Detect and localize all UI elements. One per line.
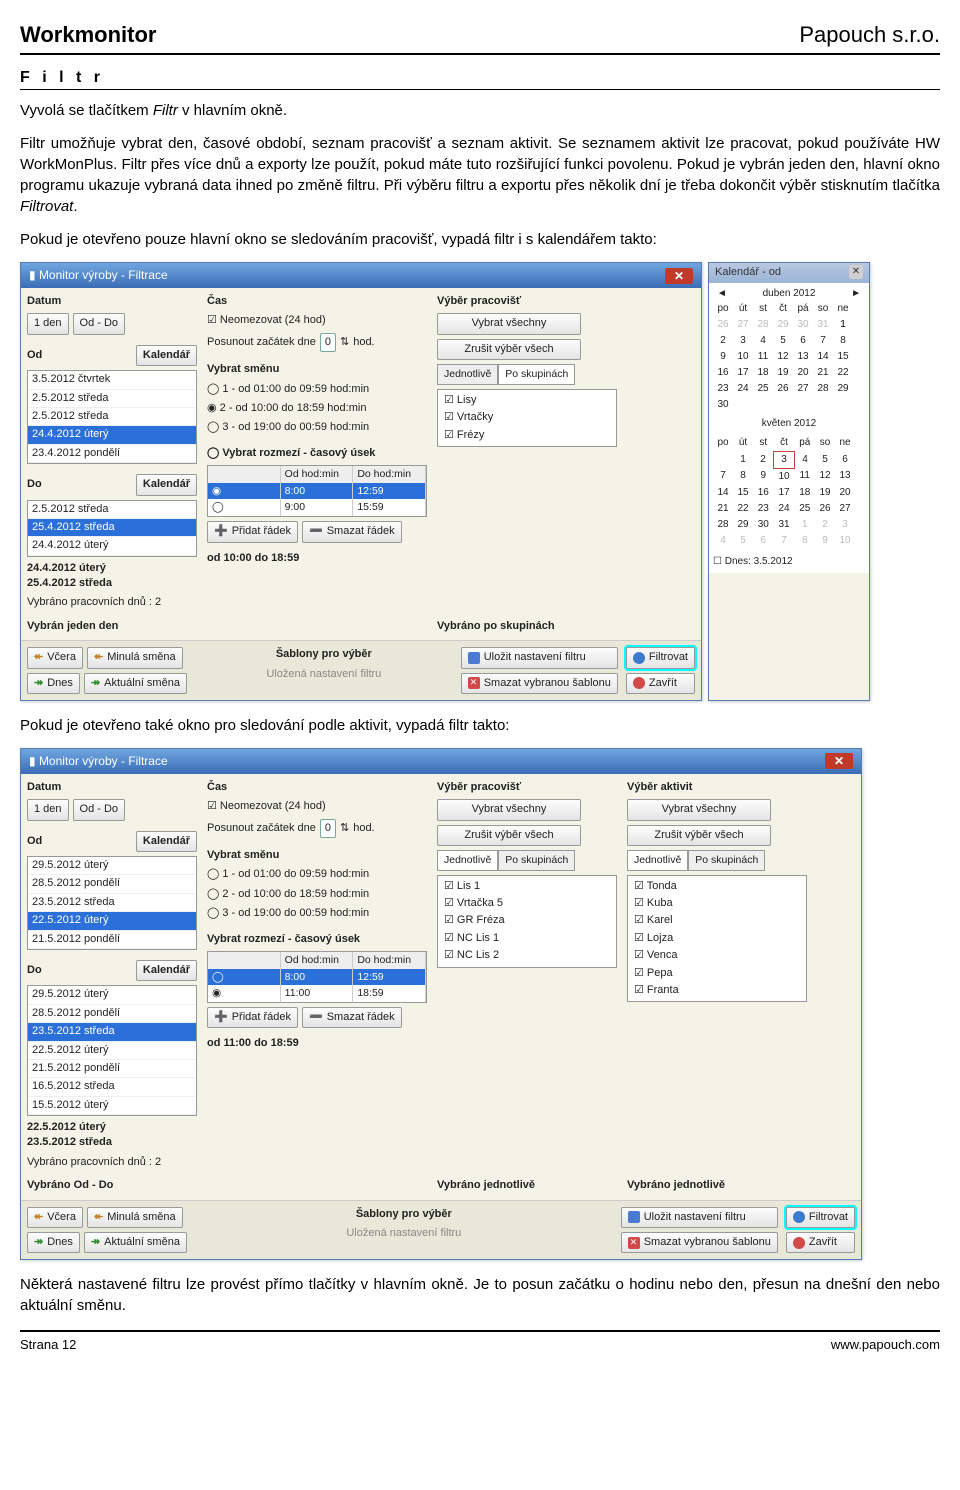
vcera-button[interactable]: ↞ Včera (27, 1207, 83, 1228)
close-icon[interactable]: ✕ (825, 753, 853, 769)
calendar-button[interactable]: Kalendář (136, 345, 197, 366)
section-title: F i l t r (20, 67, 940, 90)
save-icon (468, 652, 480, 664)
filter-icon (793, 1211, 805, 1223)
filter-icon (633, 652, 645, 664)
close-icon[interactable]: ✕ (849, 265, 863, 279)
save-filter-button[interactable]: Uložit nastavení filtru (621, 1207, 778, 1228)
akt-checklist[interactable]: TondaKubaKarelLojzaVencaPepaFranta (627, 875, 807, 1003)
status-cas: od 10:00 do 18:59 (207, 551, 427, 566)
od-list[interactable]: 29.5.2012 úterý28.5.2012 pondělí23.5.201… (27, 856, 197, 950)
zavrit-button[interactable]: Zavřít (626, 673, 695, 694)
page-footer: Strana 12 www.papouch.com (20, 1330, 940, 1354)
calendar-grid-1[interactable]: poútstčtpásone 2627282930311 2345678 910… (713, 301, 853, 413)
header-left: Workmonitor (20, 20, 156, 51)
calendar-button[interactable]: Kalendář (136, 831, 197, 852)
smena-radio[interactable]: 1 - od 01:00 do 09:59 hod:min (207, 867, 427, 882)
delete-icon (628, 1237, 640, 1249)
delete-icon (468, 677, 480, 689)
time-table[interactable]: Od hod:minDo hod:min ◉8:0012:59 ◯9:0015:… (207, 465, 427, 517)
deselect-all-button[interactable]: Zrušit výběr všech (627, 825, 771, 846)
do-list[interactable]: 2.5.2012 středa25.4.2012 středa24.4.2012… (27, 500, 197, 557)
od-list[interactable]: 3.5.2012 čtvrtek2.5.2012 středa2.5.2012 … (27, 370, 197, 464)
label-cas: Čas (207, 294, 427, 309)
calendar-window: Kalendář - od✕ ◄duben 2012► poútstčtpáso… (708, 262, 870, 701)
calendar-button[interactable]: Kalendář (136, 474, 197, 495)
aktualni-button[interactable]: ↠ Aktuální směna (84, 673, 187, 694)
smena-radio[interactable]: 2 - od 10:00 do 18:59 hod:min (207, 401, 427, 416)
paragraph-4: Pokud je otevřeno také okno pro sledován… (20, 715, 940, 736)
next-month-icon[interactable]: ► (851, 287, 861, 301)
dnes-button[interactable]: ↠ Dnes (27, 673, 80, 694)
vcera-button[interactable]: ↞ Včera (27, 647, 83, 668)
deselect-all-button[interactable]: Zrušit výběr všech (437, 825, 581, 846)
aktualni-button[interactable]: ↠ Aktuální směna (84, 1232, 187, 1253)
deselect-all-button[interactable]: Zrušit výběr všech (437, 339, 581, 360)
tabs[interactable]: JednotlivěPo skupinách (437, 364, 617, 385)
neomez-check[interactable]: Neomezovat (24 hod) (207, 799, 427, 814)
header-right: Papouch s.r.o. (799, 20, 940, 51)
calendar-button[interactable]: Kalendář (136, 960, 197, 981)
minula-button[interactable]: ↞ Minulá směna (87, 1207, 183, 1228)
close-icon (633, 677, 645, 689)
oddo-button[interactable]: Od - Do (73, 313, 126, 334)
filter-window-1: ▮ Monitor výroby - Filtrace ✕ Datum 1 de… (20, 262, 702, 701)
minula-button[interactable]: ↞ Minulá směna (87, 647, 183, 668)
zavrit-button[interactable]: Zavřít (786, 1232, 855, 1253)
paragraph-2: Filtr umožňuje vybrat den, časové období… (20, 133, 940, 217)
status-datum: Vybrán jeden den (27, 619, 197, 634)
dnes-button[interactable]: ↠ Dnes (27, 1232, 80, 1253)
time-table[interactable]: Od hod:minDo hod:min ◯8:0012:59 ◉11:0018… (207, 951, 427, 1003)
window-title: ▮ Monitor výroby - Filtrace ✕ (21, 263, 701, 288)
smena-radio[interactable]: 2 - od 10:00 do 18:59 hod:min (207, 887, 427, 902)
oneday-button[interactable]: 1 den (27, 799, 69, 820)
calendar-grid-2[interactable]: poútstčtpásone 123456 78910111213 141516… (713, 435, 855, 549)
prev-month-icon[interactable]: ◄ (717, 287, 727, 301)
filtrovat-button[interactable]: Filtrovat (786, 1207, 855, 1228)
select-all-button[interactable]: Vybrat všechny (437, 799, 581, 820)
filter-window-2: ▮ Monitor výroby - Filtrace✕ Datum 1 den… (20, 748, 862, 1260)
select-all-button[interactable]: Vybrat všechny (627, 799, 771, 820)
oddo-button[interactable]: Od - Do (73, 799, 126, 820)
posun-input[interactable]: 0 (320, 819, 336, 838)
add-row-button[interactable]: ➕ Přidat řádek (207, 521, 298, 542)
prac-checklist[interactable]: Lis 1Vrtačka 5GR FrézaNC Lis 1NC Lis 2 (437, 875, 617, 968)
groups-checklist[interactable]: Lisy Vrtačky Frézy (437, 389, 617, 447)
neomez-check[interactable]: Neomezovat (24 hod) (207, 313, 427, 328)
do-list[interactable]: 29.5.2012 úterý28.5.2012 pondělí23.5.201… (27, 985, 197, 1116)
delete-template-button[interactable]: Smazat vybranou šablonu (461, 673, 618, 694)
close-icon[interactable]: ✕ (665, 268, 693, 284)
delete-template-button[interactable]: Smazat vybranou šablonu (621, 1232, 778, 1253)
smena-radio[interactable]: 3 - od 19:00 do 00:59 hod:min (207, 906, 427, 921)
page-header: Workmonitor Papouch s.r.o. (20, 20, 940, 55)
select-all-button[interactable]: Vybrat všechny (437, 313, 581, 334)
save-filter-button[interactable]: Uložit nastavení filtru (461, 647, 618, 668)
paragraph-5: Některá nastavené filtru lze provést pří… (20, 1274, 940, 1316)
close-icon (793, 1237, 805, 1249)
label-datum: Datum (27, 294, 197, 309)
smena-radio[interactable]: 3 - od 19:00 do 00:59 hod:min (207, 420, 427, 435)
save-icon (628, 1211, 640, 1223)
paragraph-3: Pokud je otevřeno pouze hlavní okno se s… (20, 229, 940, 250)
smena-radio[interactable]: 1 - od 01:00 do 09:59 hod:min (207, 382, 427, 397)
label-pracoviste: Výběr pracovišť (437, 294, 617, 309)
posun-input[interactable]: 0 (320, 333, 336, 352)
paragraph-1: Vyvolá se tlačítkem Filtr v hlavním okně… (20, 100, 940, 121)
add-row-button[interactable]: ➕ Přidat řádek (207, 1007, 298, 1028)
oneday-button[interactable]: 1 den (27, 313, 69, 334)
filtrovat-button[interactable]: Filtrovat (626, 647, 695, 668)
status-pracoviste: Vybráno po skupinách (437, 619, 617, 634)
del-row-button[interactable]: ➖ Smazat řádek (302, 521, 402, 542)
del-row-button[interactable]: ➖ Smazat řádek (302, 1007, 402, 1028)
